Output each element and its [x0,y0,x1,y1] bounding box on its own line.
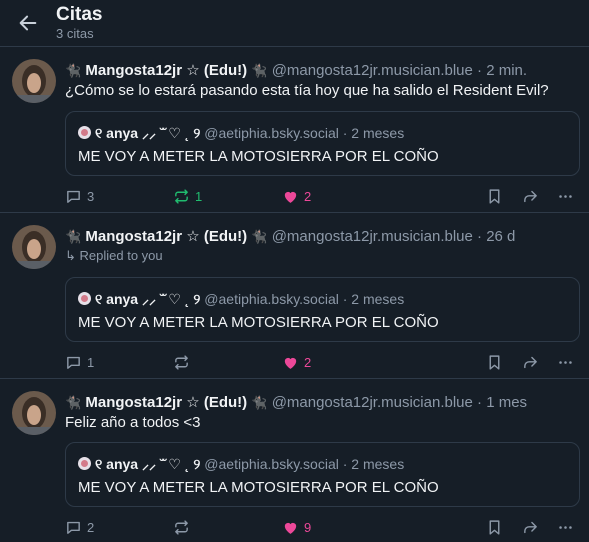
author-handle[interactable]: @mangosta12jr.musician.blue [272,62,473,79]
post[interactable]: 🐈‍⬛ Mangosta12jr ☆ (Edu!) 🐈‍⬛ @mangosta1… [0,212,589,378]
bookmark-icon [489,188,500,204]
post-author-line: 🐈‍⬛ Mangosta12jr ☆ (Edu!) 🐈‍⬛ @mangosta1… [65,61,527,79]
bookmark-button[interactable] [486,352,503,372]
avatar[interactable] [12,225,56,269]
post-time[interactable]: · 26 d [477,228,515,245]
like-button[interactable]: 9 [282,517,311,537]
post-author-line: 🐈‍⬛ Mangosta12jr ☆ (Edu!) 🐈‍⬛ @mangosta1… [65,393,527,411]
post-actions: 3 1 2 [65,186,575,206]
post-actions: 2 9 [65,517,575,537]
quoted-handle: @aetiphia.bsky.social [204,456,339,472]
quoted-display-name: ୧ anya ⸝⸝ ˘̆ ♡ ˛ ୨ [95,456,201,472]
cat-emoji: 🐈‍⬛ [251,63,268,78]
post-author-line: 🐈‍⬛ Mangosta12jr ☆ (Edu!) 🐈‍⬛ @mangosta1… [65,227,515,245]
quoted-post[interactable]: ୧ anya ⸝⸝ ˘̆ ♡ ˛ ୨ @aetiphia.bsky.social… [65,442,580,507]
post[interactable]: 🐈‍⬛ Mangosta12jr ☆ (Edu!) 🐈‍⬛ @mangosta1… [0,378,589,542]
author-display-name[interactable]: Mangosta12jr ☆ (Edu!) [85,228,247,245]
reply-count: 1 [87,354,95,370]
more-options-button[interactable] [557,186,574,206]
like-button[interactable]: 2 [282,186,311,206]
page-subtitle: 3 citas [56,26,94,41]
reply-icon [67,190,80,203]
repost-button[interactable]: 1 [173,186,202,206]
more-options-button[interactable] [557,352,574,372]
author-display-name[interactable]: Mangosta12jr ☆ (Edu!) [85,62,247,79]
bookmark-icon [489,519,500,535]
cat-emoji: 🐈‍⬛ [65,395,82,410]
reply-button[interactable]: 2 [65,517,94,537]
quoted-author-line: ୧ anya ⸝⸝ ˘̆ ♡ ˛ ୨ @aetiphia.bsky.social… [78,124,404,143]
reply-count: 2 [87,519,95,535]
ellipsis-icon [559,360,572,364]
share-button[interactable] [522,352,539,372]
replied-to-label: ↳ Replied to you [65,248,163,263]
like-count: 2 [304,188,312,204]
share-arrow-icon [524,521,537,533]
quoted-post[interactable]: ୧ anya ⸝⸝ ˘̆ ♡ ˛ ୨ @aetiphia.bsky.social… [65,277,580,342]
post-time[interactable]: · 1 mes [477,394,527,411]
repost-icon [175,519,188,535]
like-button[interactable]: 2 [282,352,311,372]
heart-icon [284,522,297,534]
quoted-avatar [78,292,91,305]
cat-emoji: 🐈‍⬛ [65,63,82,78]
repost-button[interactable] [173,352,190,372]
bookmark-button[interactable] [486,517,503,537]
bookmark-icon [489,354,500,370]
cat-emoji: 🐈‍⬛ [65,229,82,244]
post-actions: 1 2 [65,352,575,372]
repost-icon [175,188,188,204]
author-handle[interactable]: @mangosta12jr.musician.blue [272,394,473,411]
heart-icon [284,357,297,369]
quoted-text: ME VOY A METER LA MOTOSIERRA POR EL COÑO [78,148,439,165]
repost-count: 1 [195,188,203,204]
quoted-text: ME VOY A METER LA MOTOSIERRA POR EL COÑO [78,479,439,496]
like-count: 9 [304,519,312,535]
quoted-time: · 2 meses [342,456,405,472]
reply-icon [67,356,80,369]
quoted-handle: @aetiphia.bsky.social [204,291,339,307]
share-arrow-icon [524,190,537,202]
quoted-avatar [78,126,91,139]
quoted-author-line: ୧ anya ⸝⸝ ˘̆ ♡ ˛ ୨ @aetiphia.bsky.social… [78,455,404,474]
post[interactable]: 🐈‍⬛ Mangosta12jr ☆ (Edu!) 🐈‍⬛ @mangosta1… [0,46,589,212]
quoted-avatar [78,457,91,470]
more-options-button[interactable] [557,517,574,537]
quoted-display-name: ୧ anya ⸝⸝ ˘̆ ♡ ˛ ୨ [95,291,201,307]
back-arrow-icon[interactable] [17,12,39,34]
post-text: Feliz año a todos <3 [65,414,201,431]
ellipsis-icon [559,525,572,529]
heart-icon [284,191,297,203]
bookmark-button[interactable] [486,186,503,206]
repost-icon [175,354,188,370]
post-text: ¿Cómo se lo estará pasando esta tía hoy … [65,82,549,99]
share-button[interactable] [522,517,539,537]
quoted-text: ME VOY A METER LA MOTOSIERRA POR EL COÑO [78,314,439,331]
avatar[interactable] [12,391,56,435]
quoted-handle: @aetiphia.bsky.social [204,125,339,141]
cat-emoji: 🐈‍⬛ [251,229,268,244]
repost-button[interactable] [173,517,190,537]
cat-emoji: 🐈‍⬛ [251,395,268,410]
post-time[interactable]: · 2 min. [477,62,527,79]
quoted-display-name: ୧ anya ⸝⸝ ˘̆ ♡ ˛ ୨ [95,125,201,141]
page-title: Citas [56,4,103,25]
share-button[interactable] [522,186,539,206]
quoted-time: · 2 meses [342,125,405,141]
like-count: 2 [304,354,312,370]
share-arrow-icon [524,356,537,368]
reply-count: 3 [87,188,95,204]
reply-icon [67,521,80,534]
page-header: Citas 3 citas [0,0,589,46]
avatar[interactable] [12,59,56,103]
author-display-name[interactable]: Mangosta12jr ☆ (Edu!) [85,394,247,411]
reply-button[interactable]: 1 [65,352,94,372]
quoted-post[interactable]: ୧ anya ⸝⸝ ˘̆ ♡ ˛ ୨ @aetiphia.bsky.social… [65,111,580,176]
reply-button[interactable]: 3 [65,186,94,206]
ellipsis-icon [559,194,572,198]
quoted-time: · 2 meses [342,291,405,307]
quoted-author-line: ୧ anya ⸝⸝ ˘̆ ♡ ˛ ୨ @aetiphia.bsky.social… [78,290,404,309]
author-handle[interactable]: @mangosta12jr.musician.blue [272,228,473,245]
